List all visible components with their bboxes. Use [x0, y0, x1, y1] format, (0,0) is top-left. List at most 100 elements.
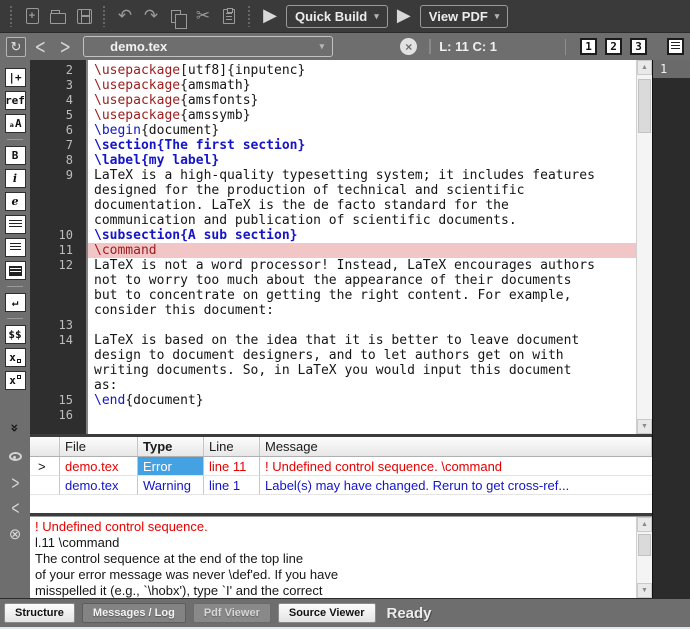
cut-button[interactable]: ✂	[190, 3, 216, 29]
editor-line-wrap[interactable]: design to document designers, and to let…	[30, 348, 636, 363]
new-document-button[interactable]: +	[19, 3, 45, 29]
align-left-icon[interactable]	[5, 215, 26, 234]
panel-button-source-viewer[interactable]: Source Viewer	[278, 603, 376, 623]
log-scrollbar[interactable]: ▲ ▼	[636, 517, 652, 598]
open-folder-button[interactable]	[45, 3, 71, 29]
cell-message[interactable]: ! Undefined control sequence. \command	[260, 457, 652, 476]
editor-line-14[interactable]: 14LaTeX is based on the idea that it is …	[30, 333, 636, 348]
code-token: documentation. LaTeX is the de facto sta…	[94, 198, 509, 213]
quick-build-select[interactable]: Quick Build ▾	[286, 5, 388, 28]
scroll-thumb[interactable]	[638, 534, 651, 556]
editor-line-wrap[interactable]: but to concentrate on getting the right …	[30, 288, 636, 303]
editor-line-wrap[interactable]: consider this document:	[30, 303, 636, 318]
editor-view-1-button[interactable]: 1	[580, 38, 597, 55]
editor-line-16[interactable]: 16	[30, 408, 636, 423]
column-header-type[interactable]: Type	[138, 437, 204, 456]
editor-line-8[interactable]: 8\label{my label}	[30, 153, 636, 168]
close-document-button[interactable]: ×	[400, 38, 417, 55]
scroll-thumb[interactable]	[638, 79, 651, 133]
editor-line-wrap[interactable]: as:	[30, 378, 636, 393]
run-quick-build-button[interactable]: ▶	[257, 3, 283, 29]
editor-line-wrap[interactable]: not to worry too much about the appearan…	[30, 273, 636, 288]
subscript-icon[interactable]: x	[5, 348, 26, 367]
cell-file[interactable]: demo.tex	[60, 457, 138, 476]
superscript-icon[interactable]: x	[5, 371, 26, 390]
collapse-double-chevron-icon[interactable]: «	[7, 423, 23, 432]
editor-line-7[interactable]: 7\section{The first section}	[30, 138, 636, 153]
editor-line-11[interactable]: 11\command	[30, 243, 636, 258]
scroll-up-icon[interactable]: ▲	[637, 517, 652, 532]
stop-icon[interactable]: ⊗	[9, 525, 22, 543]
editor-view-2-button[interactable]: 2	[605, 38, 622, 55]
column-header-line[interactable]: Line	[204, 437, 260, 456]
run-view-pdf-button[interactable]: ▶	[391, 3, 417, 29]
eye-icon[interactable]	[9, 446, 22, 467]
undo-button[interactable]: ↶	[112, 3, 138, 29]
editor-line-3[interactable]: 3\usepackage{amsmath}	[30, 78, 636, 93]
scroll-track[interactable]	[637, 75, 652, 419]
column-header-file[interactable]: File	[60, 437, 138, 456]
editor-line-10[interactable]: 10\subsection{A sub section}	[30, 228, 636, 243]
table-row[interactable]: demo.texWarningline 1Label(s) may have c…	[30, 476, 652, 495]
log-output[interactable]: ! Undefined control sequence.l.11 \comma…	[30, 517, 636, 598]
editor-line-13[interactable]: 13	[30, 318, 636, 333]
panel-button-pdf-viewer[interactable]: Pdf Viewer	[193, 603, 271, 623]
editor-line-2[interactable]: 2\usepackage[utf8]{inputenc}	[30, 63, 636, 78]
scroll-up-icon[interactable]: ▲	[637, 60, 652, 75]
panel-button-structure[interactable]: Structure	[4, 603, 75, 623]
editor-line-6[interactable]: 6\begin{document}	[30, 123, 636, 138]
editor-line-15[interactable]: 15\end{document}	[30, 393, 636, 408]
list-lines-button[interactable]	[667, 38, 684, 55]
bold-icon[interactable]: B	[5, 146, 26, 165]
copy-button[interactable]	[164, 3, 190, 29]
ref-icon[interactable]: ref	[5, 91, 26, 110]
editor-line-wrap[interactable]: designed for the production of technical…	[30, 183, 636, 198]
editor-line-wrap[interactable]: communication and publication of scienti…	[30, 213, 636, 228]
editor-line-wrap[interactable]: writing documents. So, in LaTeX you woul…	[30, 363, 636, 378]
column-header-message[interactable]: Message	[260, 437, 652, 456]
open-file-select[interactable]: demo.tex ▾	[83, 36, 333, 57]
view-pdf-select[interactable]: View PDF ▾	[420, 5, 509, 28]
sync-button[interactable]: ↻	[6, 37, 26, 57]
emphasis-icon[interactable]: e	[5, 192, 26, 211]
source-editor[interactable]: 2\usepackage[utf8]{inputenc}3\usepackage…	[30, 60, 652, 434]
redo-button[interactable]: ↷	[138, 3, 164, 29]
editor-line-wrap[interactable]: documentation. LaTeX is the de facto sta…	[30, 198, 636, 213]
editor-line-9[interactable]: 9LaTeX is a high-quality typesetting sys…	[30, 168, 636, 183]
save-button[interactable]	[71, 3, 97, 29]
toolbar-grip[interactable]	[247, 5, 252, 27]
cell-file[interactable]: demo.tex	[60, 476, 138, 495]
italic-icon[interactable]: i	[5, 169, 26, 188]
align-justify-icon[interactable]	[5, 261, 26, 280]
paste-button[interactable]	[216, 3, 242, 29]
scroll-track[interactable]	[637, 532, 652, 583]
pdf-viewer-body[interactable]	[653, 78, 690, 598]
table-row[interactable]: >demo.texErrorline 11! Undefined control…	[30, 457, 652, 476]
font-size-icon[interactable]: ₐA	[5, 114, 26, 133]
scroll-down-icon[interactable]: ▼	[637, 419, 652, 434]
cell-type[interactable]: Error	[138, 457, 204, 476]
nav-forward-button[interactable]: >	[56, 34, 75, 58]
editor-view-3-button[interactable]: 3	[630, 38, 647, 55]
column-header[interactable]	[30, 437, 60, 456]
editor-scrollbar[interactable]: ▲ ▼	[636, 60, 652, 434]
panel-button-messages-log[interactable]: Messages / Log	[82, 603, 186, 623]
cell-message[interactable]: Label(s) may have changed. Rerun to get …	[260, 476, 652, 495]
newline-icon[interactable]: ↵	[5, 293, 26, 312]
editor-line-12[interactable]: 12LaTeX is not a word processor! Instead…	[30, 258, 636, 273]
next-chevron-icon[interactable]: >	[11, 472, 19, 494]
toolbar-grip[interactable]	[102, 5, 107, 27]
math-mode-icon[interactable]: $$	[5, 325, 26, 344]
cell-line[interactable]: line 1	[204, 476, 260, 495]
cell-type[interactable]: Warning	[138, 476, 204, 495]
cell-line[interactable]: line 11	[204, 457, 260, 476]
align-center-icon[interactable]	[5, 238, 26, 257]
editor-rows[interactable]: 2\usepackage[utf8]{inputenc}3\usepackage…	[30, 60, 636, 434]
scroll-down-icon[interactable]: ▼	[637, 583, 652, 598]
toolbar-grip[interactable]	[9, 5, 14, 27]
nav-back-button[interactable]: <	[31, 34, 50, 58]
insert-item-icon[interactable]: |+	[5, 68, 26, 87]
prev-chevron-icon[interactable]: <	[11, 497, 19, 519]
editor-line-5[interactable]: 5\usepackage{amssymb}	[30, 108, 636, 123]
editor-line-4[interactable]: 4\usepackage{amsfonts}	[30, 93, 636, 108]
